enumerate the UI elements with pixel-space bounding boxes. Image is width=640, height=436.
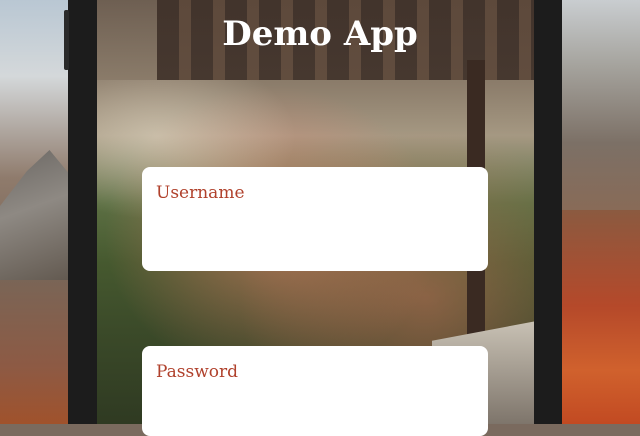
password-input[interactable] bbox=[156, 390, 474, 409]
username-input[interactable] bbox=[156, 211, 474, 230]
app-title: Demo App bbox=[222, 14, 418, 54]
username-field[interactable]: Username bbox=[142, 167, 488, 271]
password-label: Password bbox=[156, 362, 239, 382]
password-field[interactable]: Password bbox=[142, 346, 488, 436]
wallpaper-slope-right bbox=[550, 210, 640, 424]
username-label: Username bbox=[156, 183, 245, 203]
